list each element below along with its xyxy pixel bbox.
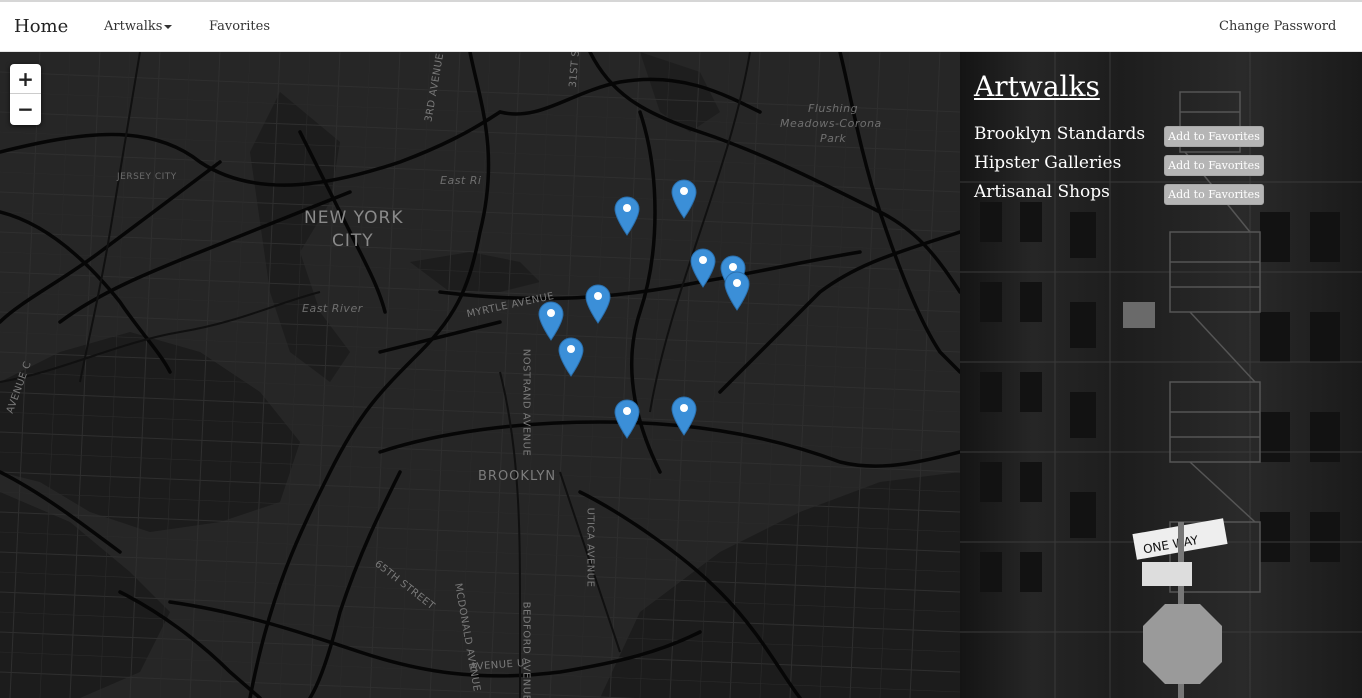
nav-change-password-link[interactable]: Change Password: [1219, 19, 1336, 34]
map-label-jersey-city: JERSEY CITY: [117, 172, 177, 182]
map-label-city: CITY: [332, 231, 374, 251]
map-label-east-river-2: East Ri: [440, 174, 482, 187]
zoom-control: + −: [10, 64, 41, 125]
map-marker-icon[interactable]: [671, 396, 697, 436]
map-marker-icon[interactable]: [558, 337, 584, 377]
map-label-east-river: East River: [302, 302, 363, 315]
building-photo-background: ONE WAY: [960, 52, 1362, 698]
artwalks-sidebar: ONE WAY Artwalks Brooklyn Standards Add …: [960, 52, 1362, 698]
map-label-nostrand-avenue: NOSTRAND AVENUE: [520, 348, 532, 457]
walk-row: Brooklyn Standards Add to Favorites: [974, 124, 1274, 147]
walk-row: Hipster Galleries Add to Favorites: [974, 153, 1274, 176]
map-marker-icon[interactable]: [538, 301, 564, 341]
map-marker-icon[interactable]: [690, 248, 716, 289]
nav-artwalks-label: Artwalks: [104, 19, 163, 34]
add-to-favorites-button[interactable]: Add to Favorites: [1164, 184, 1264, 205]
map-marker-icon[interactable]: [585, 284, 611, 325]
add-to-favorites-button[interactable]: Add to Favorites: [1164, 155, 1264, 176]
nav-favorites-link[interactable]: Favorites: [209, 19, 270, 34]
walk-link-artisanal-shops[interactable]: Artisanal Shops: [974, 182, 1110, 202]
map-base-layer: [0, 52, 960, 698]
map-label-utica-avenue: UTICA AVENUE: [584, 507, 596, 588]
map-label-flushing: Flushing: [808, 102, 859, 115]
map[interactable]: NEW YORK CITY BROOKLYN JERSEY CITY Flush…: [0, 52, 960, 698]
caret-down-icon: [164, 24, 173, 29]
map-marker-icon[interactable]: [614, 196, 640, 236]
add-to-favorites-button[interactable]: Add to Favorites: [1164, 126, 1264, 147]
map-label-meadows-corona: Meadows-Corona: [780, 117, 882, 130]
walk-link-hipster-galleries[interactable]: Hipster Galleries: [974, 153, 1121, 173]
zoom-in-button[interactable]: +: [10, 64, 41, 94]
map-label-park: Park: [820, 132, 847, 145]
map-label-bedford-avenue: BEDFORD AVENUE: [520, 601, 532, 698]
navbar: Home Artwalks Favorites Change Password: [0, 0, 1362, 52]
map-marker-icon[interactable]: [671, 179, 697, 220]
map-label-brooklyn: BROOKLYN: [478, 469, 557, 484]
nav-artwalks-dropdown[interactable]: Artwalks: [104, 19, 173, 34]
map-marker-icon[interactable]: [614, 399, 640, 439]
map-marker-icon[interactable]: [724, 271, 750, 311]
zoom-out-button[interactable]: −: [10, 94, 41, 124]
sidebar-title[interactable]: Artwalks: [974, 70, 1100, 103]
walk-row: Artisanal Shops Add to Favorites: [974, 182, 1274, 205]
walk-link-brooklyn-standards[interactable]: Brooklyn Standards: [974, 124, 1145, 144]
nav-home-link[interactable]: Home: [14, 16, 68, 37]
map-label-new-york: NEW YORK: [304, 208, 404, 228]
